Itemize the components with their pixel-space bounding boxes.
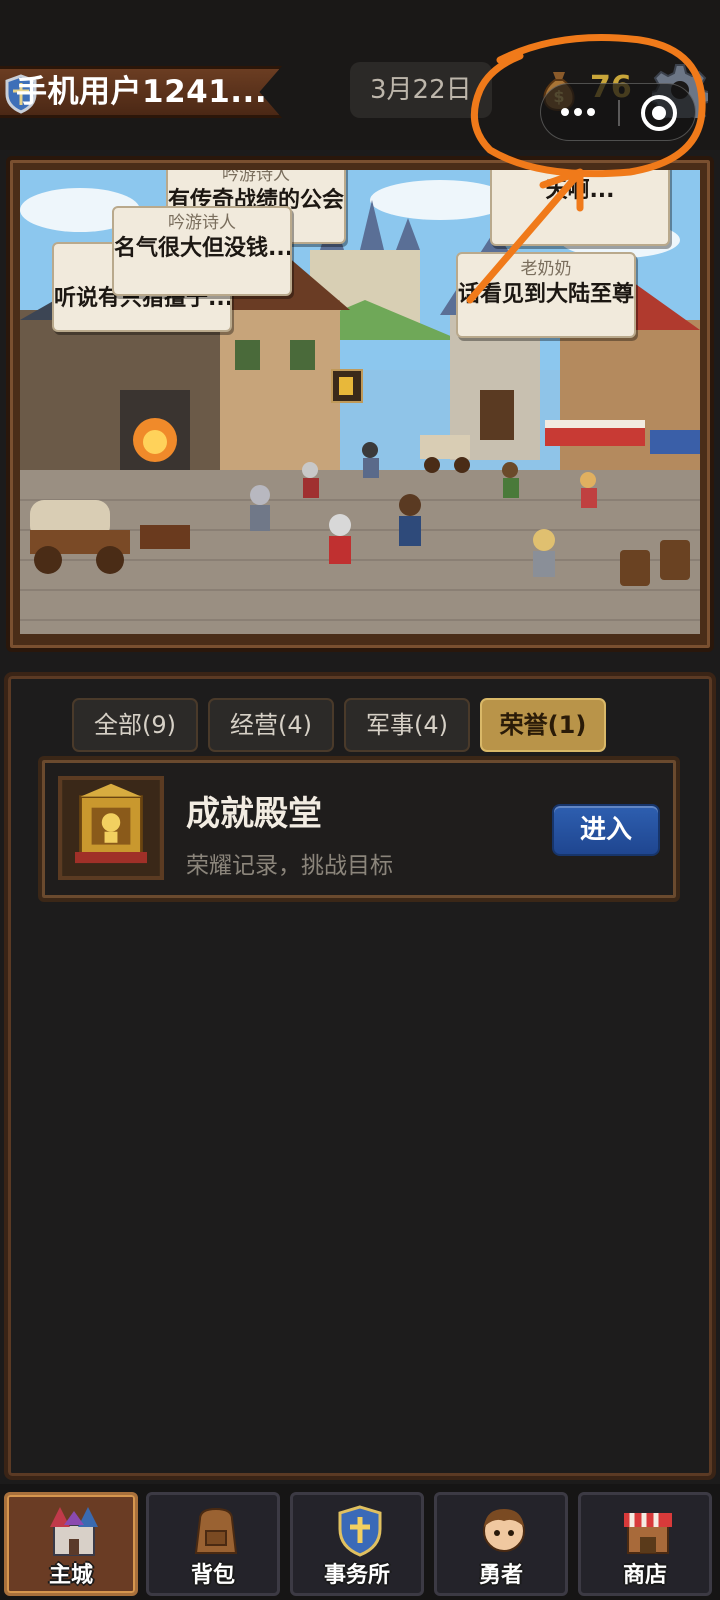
castle-icon bbox=[50, 1507, 98, 1556]
shield-cross-icon bbox=[338, 1505, 382, 1557]
capsule-divider bbox=[618, 100, 620, 126]
bubble-speaker: 老奶奶 bbox=[520, 259, 572, 279]
close-target-icon[interactable] bbox=[641, 95, 677, 131]
nav-label: 商店 bbox=[622, 1563, 667, 1588]
bubble-speaker: 吟游诗人 bbox=[168, 213, 236, 233]
nav-label: 勇者 bbox=[478, 1563, 523, 1588]
card-description: 荣耀记录，挑战目标 bbox=[186, 853, 393, 879]
nav-label: 主城 bbox=[48, 1563, 93, 1588]
hero-icon bbox=[483, 1509, 525, 1552]
username[interactable]: 手机用户1241... bbox=[16, 70, 276, 114]
speech-bubble: 吟游诗人 名气很大但没钱... bbox=[112, 206, 292, 296]
nav-label: 事务所 bbox=[323, 1563, 390, 1588]
tab-military[interactable]: 军事(4) bbox=[344, 698, 470, 752]
town-scene: 吟游诗人 有传奇战绩的公会 听说有只猎擅于... 吟游诗人 名气很大但没钱...… bbox=[20, 170, 700, 634]
bubble-speaker: 吟游诗人 bbox=[222, 170, 290, 185]
speech-bubble: 天啊... bbox=[490, 170, 670, 246]
nav-item-main-city[interactable]: 主城 bbox=[4, 1492, 138, 1596]
card-title: 成就殿堂 bbox=[186, 794, 322, 834]
tab-business[interactable]: 经营(4) bbox=[208, 698, 334, 752]
backpack-icon bbox=[194, 1507, 238, 1554]
date-display: 3月22日 bbox=[350, 62, 492, 118]
nav-item-hero[interactable]: 勇者 bbox=[434, 1492, 568, 1596]
tab-all[interactable]: 全部(9) bbox=[72, 698, 198, 752]
shop-icon bbox=[624, 1513, 672, 1554]
nav-label: 背包 bbox=[190, 1563, 235, 1588]
nav-item-office[interactable]: 事务所 bbox=[290, 1492, 424, 1596]
bubble-text: 话看见到大陆至尊 bbox=[458, 282, 635, 307]
bubble-text: 天啊... bbox=[545, 178, 615, 203]
mini-program-capsule bbox=[540, 83, 696, 141]
bubble-text: 名气很大但没钱... bbox=[114, 236, 292, 261]
nav-item-backpack[interactable]: 背包 bbox=[146, 1492, 280, 1596]
speech-bubble: 老奶奶 话看见到大陆至尊 bbox=[456, 252, 636, 338]
nav-item-shop[interactable]: 商店 bbox=[578, 1492, 712, 1596]
more-menu-button[interactable] bbox=[561, 94, 611, 130]
achievement-hall-icon bbox=[58, 776, 164, 880]
enter-button[interactable]: 进入 bbox=[552, 804, 660, 856]
tab-honor[interactable]: 荣誉(1) bbox=[480, 698, 606, 752]
